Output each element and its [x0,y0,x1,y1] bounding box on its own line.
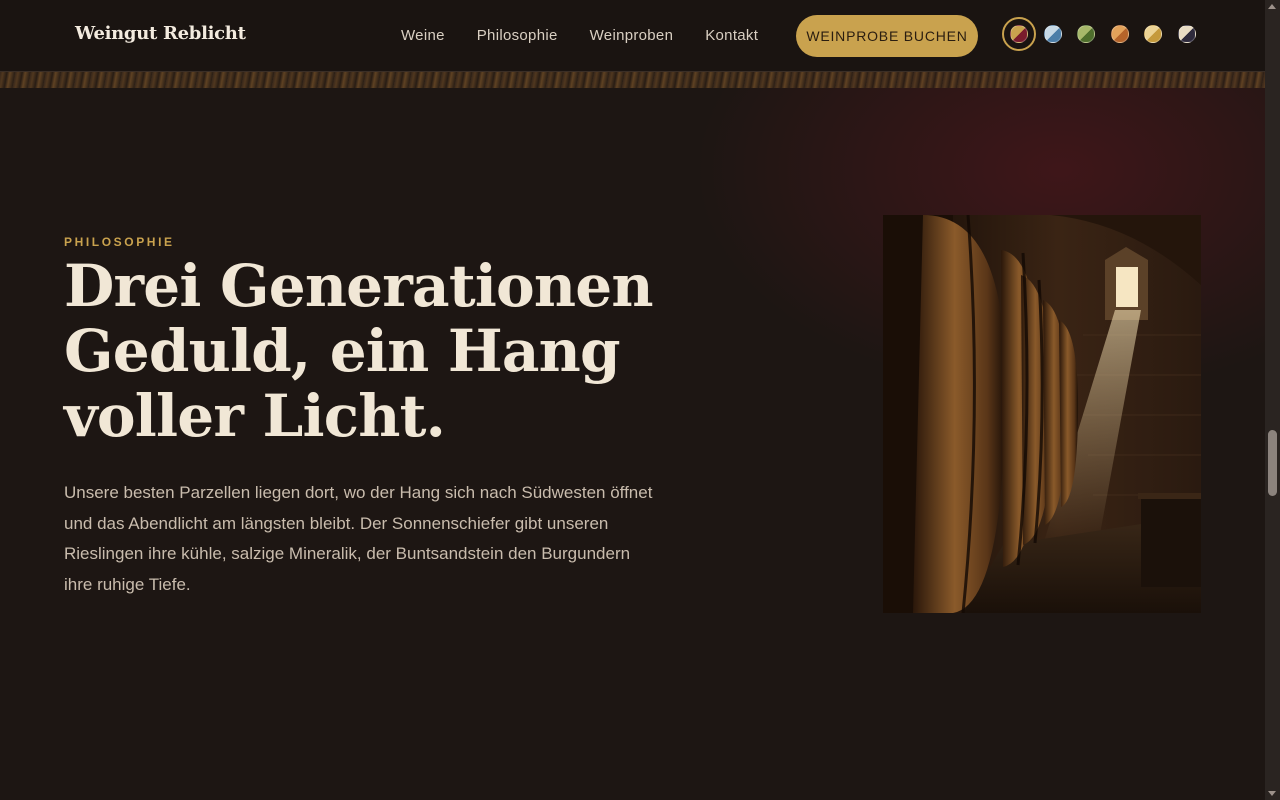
wine-cellar-image [883,215,1201,613]
swatch-gold-icon [1144,25,1162,43]
nav-item-philosophie[interactable]: Philosophie [477,27,558,44]
main-nav: Weine Philosophie Weinproben Kontakt [401,27,790,44]
section-body: Unsere besten Parzellen liegen dort, wo … [64,483,653,594]
theme-swatch-green[interactable] [1069,17,1103,51]
page-scrollbar[interactable] [1265,0,1280,800]
site-logo[interactable]: Weingut Reblicht [75,23,246,44]
headline-line-3: voller Licht. [64,382,446,450]
nav-item-weinproben[interactable]: Weinproben [590,27,674,44]
scroll-down-icon[interactable] [1268,791,1276,796]
theme-swatch-blue[interactable] [1036,17,1070,51]
section-headline: Drei Generationen Geduld, ein Hang volle… [64,254,684,449]
scrollbar-thumb[interactable] [1268,430,1277,496]
swatch-night-icon [1178,25,1196,43]
headline-line-2: Geduld, ein Hang [64,317,621,385]
nav-item-kontakt[interactable]: Kontakt [705,27,758,44]
swatch-green-icon [1077,25,1095,43]
book-tasting-button[interactable]: WEINPROBE BUCHEN [796,15,978,57]
theme-swatch-night[interactable] [1170,17,1204,51]
headline-line-1: Drei Generationen [64,252,654,320]
hero-image-edge [0,72,1265,88]
section-eyebrow: PHILOSOPHIE [64,235,175,249]
site-header: Weingut Reblicht Weine Philosophie Weinp… [0,0,1265,72]
theme-swatch-orange[interactable] [1103,17,1137,51]
swatch-bordeaux-icon [1010,25,1028,43]
theme-swatch-bordeaux[interactable] [1002,17,1036,51]
nav-item-weine[interactable]: Weine [401,27,445,44]
scroll-up-icon[interactable] [1268,4,1276,9]
theme-swatch-gold[interactable] [1136,17,1170,51]
swatch-blue-icon [1044,25,1062,43]
swatch-orange-icon [1111,25,1129,43]
